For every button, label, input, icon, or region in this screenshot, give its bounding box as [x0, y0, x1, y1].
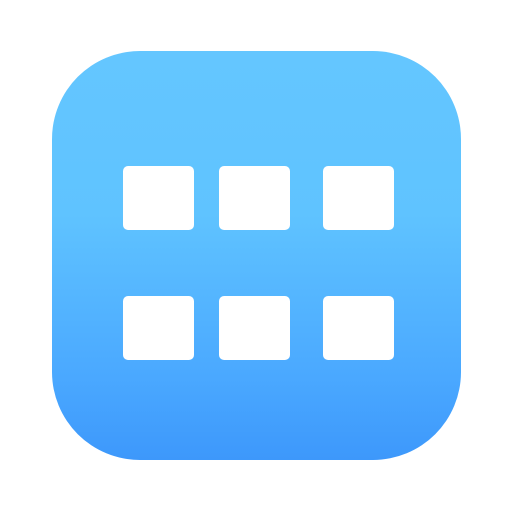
grid-tile-icon — [323, 166, 394, 230]
grid-tile-icon — [123, 166, 194, 230]
grid-tile-icon — [219, 166, 290, 230]
icon-canvas — [0, 0, 512, 512]
grid-tile-icon — [219, 296, 290, 360]
grid-tile-icon — [123, 296, 194, 360]
grid-tile-icon — [323, 296, 394, 360]
grid-view-icon[interactable] — [52, 51, 461, 460]
